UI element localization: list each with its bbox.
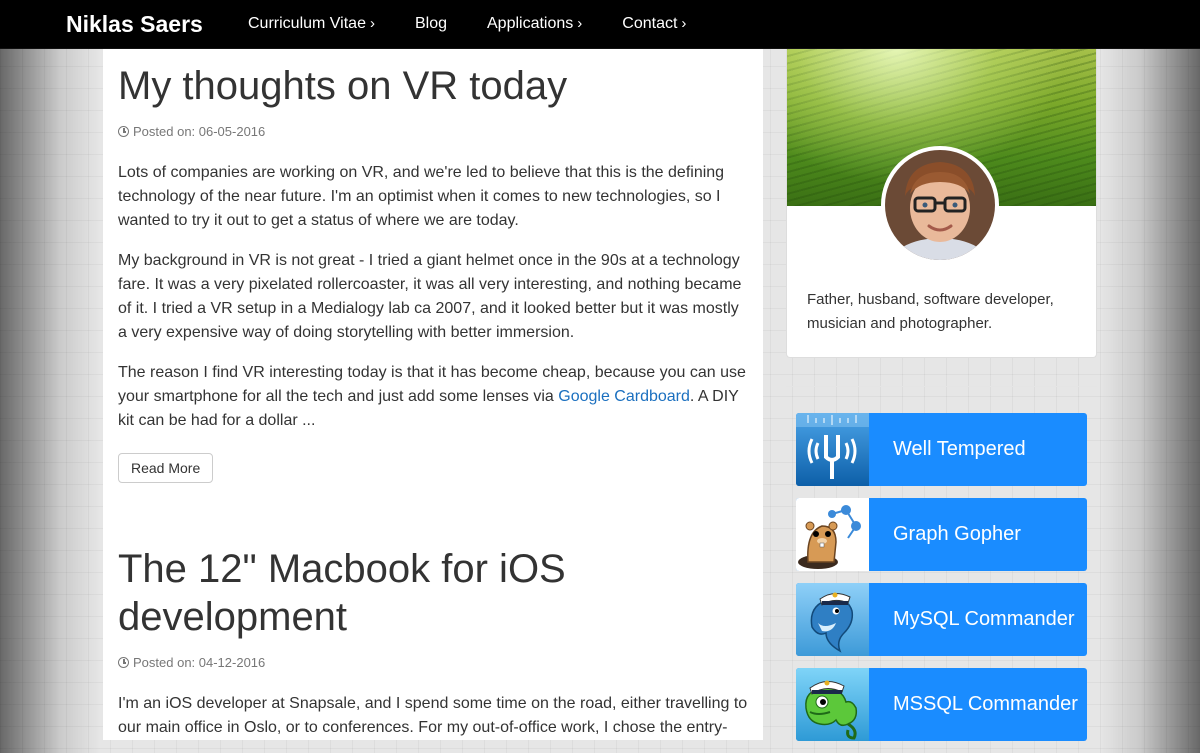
avatar	[881, 146, 999, 264]
chameleon-icon	[796, 668, 869, 741]
app-label: Graph Gopher	[893, 523, 1021, 545]
tuning-fork-icon	[796, 413, 869, 486]
chevron-right-icon: ›	[369, 15, 375, 32]
post-paragraph: The reason I find VR interesting today i…	[118, 361, 748, 433]
post-title[interactable]: The 12" Macbook for iOS development	[118, 545, 748, 641]
app-label: Well Tempered	[893, 438, 1026, 460]
nav-label: Blog	[414, 15, 447, 32]
applications-list: Well Tempered Graph Gopher MySQL Command…	[796, 413, 1087, 741]
blog-post: The 12" Macbook for iOS development Post…	[103, 483, 763, 740]
avatar-portrait	[885, 150, 995, 260]
app-label: MSSQL Commander	[893, 693, 1078, 715]
nav-label: Contact	[622, 15, 678, 32]
read-more-button[interactable]: Read More	[118, 453, 214, 483]
blog-post: My thoughts on VR today Posted on: 06-05…	[103, 48, 763, 483]
app-label: MySQL Commander	[893, 608, 1075, 630]
post-date: Posted on: 06-05-2016	[133, 124, 266, 139]
nav-item-blog: Blog	[415, 0, 447, 48]
nav-label: Curriculum Vitae	[248, 15, 366, 32]
nav-item-cv: Curriculum Vitae ›	[248, 0, 375, 48]
app-tile-mssql-commander[interactable]: MSSQL Commander	[796, 668, 1087, 741]
nav-item-applications: Applications ›	[487, 0, 582, 48]
profile-bio: Father, husband, software developer, mus…	[807, 291, 1054, 332]
app-tile-mysql-commander[interactable]: MySQL Commander	[796, 583, 1087, 656]
clock-icon	[118, 126, 129, 137]
nav-link-curriculum-vitae[interactable]: Curriculum Vitae ›	[248, 0, 375, 48]
nav-link-applications[interactable]: Applications ›	[487, 0, 582, 48]
brand-link[interactable]: Niklas Saers	[66, 11, 203, 38]
main-nav: Curriculum Vitae › Blog Applications › Con…	[248, 0, 726, 48]
blog-content: My thoughts on VR today Posted on: 06-05…	[103, 48, 763, 740]
dolphin-icon	[796, 583, 869, 656]
nav-label: Applications	[487, 15, 574, 32]
app-tile-well-tempered[interactable]: Well Tempered	[796, 413, 1087, 486]
nav-link-blog[interactable]: Blog	[415, 0, 447, 48]
gopher-icon	[796, 498, 869, 571]
post-paragraph: I'm an iOS developer at Snapsale, and I …	[118, 695, 748, 736]
post-meta: Posted on: 04-12-2016	[118, 655, 748, 670]
nav-link-contact[interactable]: Contact ›	[622, 0, 686, 48]
post-meta: Posted on: 06-05-2016	[118, 124, 748, 139]
google-cardboard-link[interactable]: Google Cardboard	[558, 388, 690, 405]
chevron-right-icon: ›	[577, 15, 583, 32]
nav-item-contact: Contact ›	[622, 0, 686, 48]
clock-icon	[118, 657, 129, 668]
post-paragraph: My background in VR is not great - I tri…	[118, 252, 742, 341]
profile-card: Father, husband, software developer, mus…	[786, 48, 1097, 358]
app-tile-graph-gopher[interactable]: Graph Gopher	[796, 498, 1087, 571]
top-navbar: Niklas Saers Curriculum Vitae › Blog Appl…	[0, 0, 1200, 49]
sidebar: Father, husband, software developer, mus…	[786, 48, 1097, 753]
post-paragraph: Lots of companies are working on VR, and…	[118, 164, 725, 229]
sidebar-divider	[786, 386, 1097, 387]
chevron-right-icon: ›	[681, 15, 687, 32]
post-title[interactable]: My thoughts on VR today	[118, 62, 748, 110]
post-date: Posted on: 04-12-2016	[133, 655, 266, 670]
